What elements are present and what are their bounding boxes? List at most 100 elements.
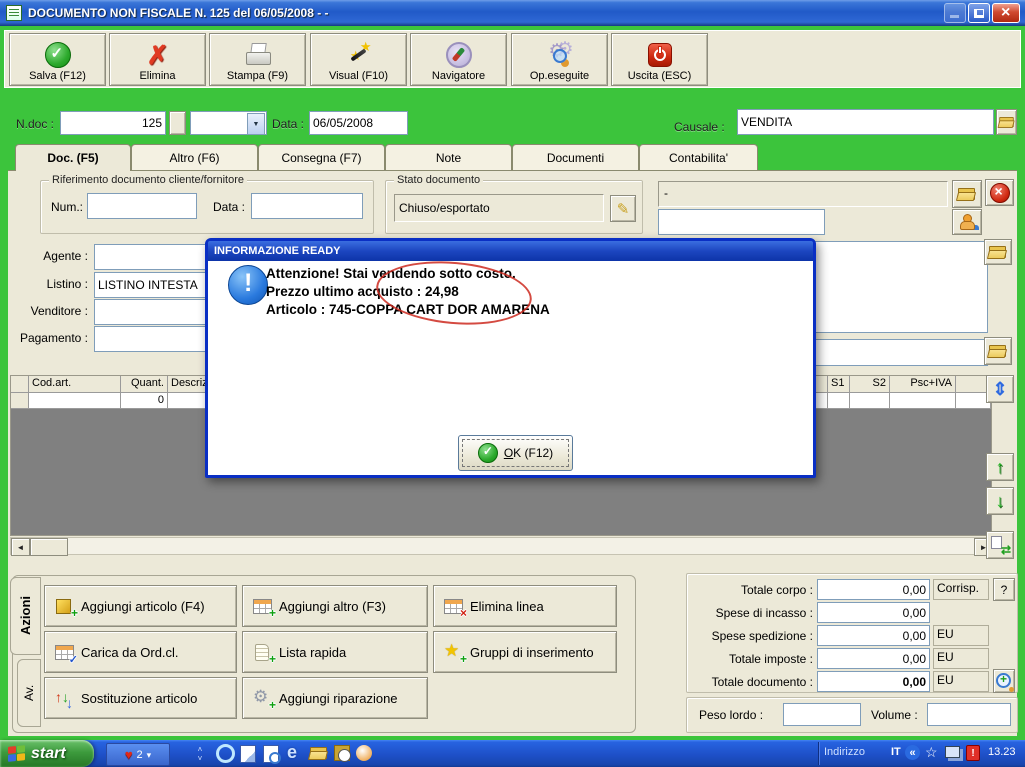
tab-avanzate[interactable]: Av. [17, 659, 41, 727]
tray-network-icon[interactable] [945, 746, 960, 758]
stato-edit-button[interactable] [610, 195, 636, 222]
add-repair-button[interactable]: Aggiungi riparazione [242, 677, 428, 719]
pencil-icon [617, 200, 630, 218]
ndoc-label: N.doc : [16, 117, 55, 131]
visual-button[interactable]: Visual (F10) [310, 33, 407, 86]
ok-button[interactable]: OK (F12) [458, 435, 573, 471]
add-other-button[interactable]: Aggiungi altro (F3) [242, 585, 428, 627]
quicklaunch-browser-icon[interactable] [287, 742, 306, 761]
insert-groups-button[interactable]: Gruppi di inserimento [433, 631, 617, 673]
close-button[interactable] [992, 3, 1020, 23]
substitute-article-button[interactable]: Sostituzione articolo [44, 677, 237, 719]
causale-label: Causale : [674, 120, 725, 134]
tray-collapse-icon[interactable] [905, 745, 920, 760]
magnifier-plus-icon [995, 672, 1013, 690]
detail-zoom-button[interactable] [993, 669, 1015, 693]
swap-arrows-icon [55, 689, 73, 706]
folder-icon [988, 245, 1008, 260]
listino-label: Listino : [46, 277, 88, 291]
save-check-icon [44, 42, 71, 68]
folder-icon [998, 116, 1014, 129]
s1-cell[interactable] [828, 393, 850, 409]
quick-list-button[interactable]: Lista rapida [242, 631, 428, 673]
grid-header-psciva: Psc+IVA [890, 376, 956, 393]
person-search-button[interactable] [952, 209, 982, 235]
totale-documento-input[interactable] [817, 671, 930, 692]
taskbar-clock: 13.23 [988, 746, 1016, 758]
causale-input[interactable] [737, 109, 994, 135]
codart-cell[interactable] [29, 393, 121, 409]
causale-folder-button[interactable] [996, 109, 1017, 135]
refresh-button[interactable] [986, 531, 1014, 559]
quicklaunch-document-icon[interactable] [240, 745, 256, 763]
scroll-left-button[interactable]: ◄ [11, 538, 30, 556]
move-down-button[interactable] [986, 487, 1014, 515]
chevron-down-icon[interactable] [247, 113, 265, 135]
grid-horizontal-scrollbar[interactable]: ◄ ► [10, 537, 993, 556]
ref-code-input[interactable] [658, 209, 825, 235]
add-article-button[interactable]: Aggiungi articolo (F4) [44, 585, 237, 627]
navigator-button[interactable]: Navigatore [410, 33, 507, 86]
totale-corpo-input[interactable] [817, 579, 930, 600]
riferimento-group-title: Riferimento documento cliente/fornitore [49, 174, 247, 186]
destination-folder-button[interactable] [984, 337, 1012, 365]
minimize-button[interactable] [944, 3, 966, 23]
operations-button[interactable]: Op.eseguite [511, 33, 608, 86]
help-button[interactable]: ? [993, 578, 1015, 601]
delete-button[interactable]: Elimina [109, 33, 206, 86]
quicklaunch-clock-icon[interactable] [334, 745, 351, 762]
toolbar-chevrons[interactable]: ˄ ˅ [193, 742, 207, 765]
eu-box-2: EU [933, 648, 989, 669]
tab-azioni[interactable]: Azioni [10, 577, 41, 655]
row-selector-cell[interactable] [11, 393, 29, 409]
tab-note[interactable]: Note [385, 144, 512, 170]
heart-count: 2 [136, 748, 143, 761]
quant-cell[interactable]: 0 [121, 393, 168, 409]
num-input[interactable] [87, 193, 197, 219]
peso-lordo-input[interactable] [783, 703, 861, 726]
indirizzo-label[interactable]: Indirizzo [824, 746, 865, 758]
s2-cell[interactable] [850, 393, 890, 409]
start-button[interactable]: start [0, 740, 94, 767]
quicklaunch-player-icon[interactable] [356, 745, 372, 761]
client-folder-button[interactable] [984, 239, 1012, 265]
heart-toolbar-button[interactable]: 2 [106, 743, 170, 766]
delete-line-button[interactable]: Elimina linea [433, 585, 617, 627]
volume-input[interactable] [927, 703, 1011, 726]
scrollbar-thumb[interactable] [30, 538, 68, 556]
tray-antivirus-icon[interactable] [966, 745, 980, 761]
gears-magnifier-icon [547, 40, 573, 67]
tray-star-icon[interactable] [925, 744, 938, 761]
quicklaunch-messenger-icon[interactable] [216, 744, 235, 763]
taskbar: start 2 ˄˅ Indirizzo IT 13.23 [0, 740, 1025, 767]
tab-altro[interactable]: Altro (F6) [131, 144, 258, 170]
save-button[interactable]: Salva (F12) [9, 33, 106, 86]
doc-type-combobox[interactable] [190, 111, 267, 135]
tab-doc[interactable]: Doc. (F5) [15, 144, 131, 171]
ndoc-input[interactable] [60, 111, 166, 135]
row-move-button[interactable] [986, 375, 1014, 403]
quicklaunch-search-icon[interactable] [263, 745, 281, 764]
spese-incasso-input[interactable] [817, 602, 930, 623]
rif-data-input[interactable] [251, 193, 363, 219]
language-indicator[interactable]: IT [891, 746, 901, 758]
tab-documenti[interactable]: Documenti [512, 144, 639, 170]
exit-button[interactable]: Uscita (ESC) [611, 33, 708, 86]
folder-icon [957, 187, 977, 202]
data-input[interactable] [309, 111, 408, 135]
spese-spedizione-input[interactable] [817, 625, 930, 646]
quicklaunch-folder-icon[interactable] [309, 746, 328, 765]
tab-contabilita[interactable]: Contabilita' [639, 144, 758, 170]
move-up-button[interactable] [986, 453, 1014, 481]
load-from-order-button[interactable]: Carica da Ord.cl. [44, 631, 237, 673]
ref-folder-button[interactable] [952, 180, 982, 208]
power-icon [647, 43, 672, 67]
heart-icon [125, 747, 133, 762]
print-button[interactable]: Stampa (F9) [209, 33, 306, 86]
psciva-cell[interactable] [890, 393, 956, 409]
ndoc-mini-button[interactable] [169, 111, 186, 135]
totale-imposte-input[interactable] [817, 648, 930, 669]
restore-button[interactable] [968, 3, 990, 23]
clear-button[interactable] [985, 179, 1014, 206]
tab-consegna[interactable]: Consegna (F7) [258, 144, 385, 170]
